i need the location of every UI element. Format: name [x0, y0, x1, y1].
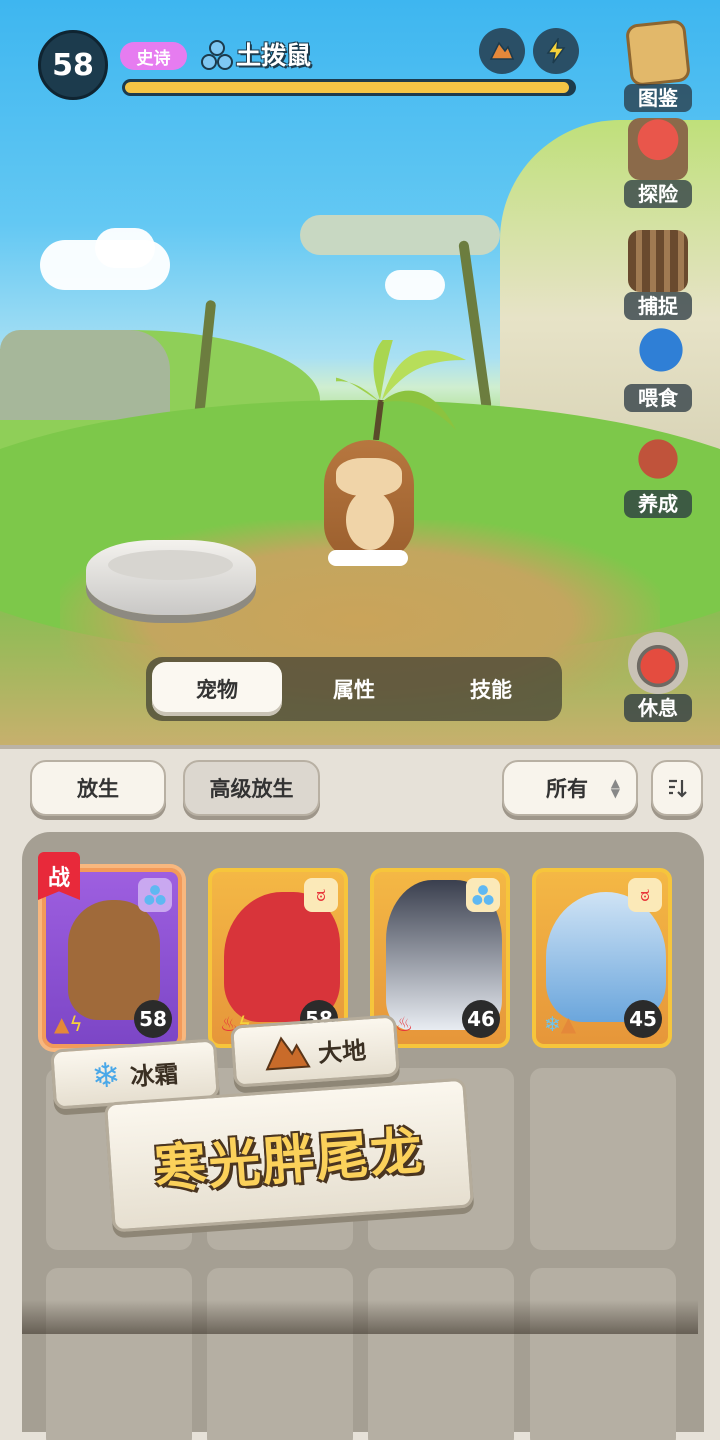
training-label: 养成 [624, 490, 692, 518]
cage-icon [628, 230, 688, 292]
encyclopedia-label: 图鉴 [624, 84, 692, 112]
tab-skills[interactable]: 技能 [426, 662, 556, 716]
empty-slot[interactable] [46, 1268, 192, 1440]
rest-button[interactable]: 休息 [620, 632, 696, 722]
snowflake-icon: ❄ [90, 1055, 122, 1097]
pet-card-ice-bird[interactable]: ಠ ❄▲ 45 [532, 868, 672, 1048]
rarity-badge: 史诗 [120, 42, 187, 70]
filter-value: 所有 [546, 777, 588, 801]
encyclopedia-button[interactable]: 图鉴 [620, 19, 696, 112]
pet-name-plaque: 寒光胖尾龙 [103, 1077, 475, 1233]
empty-slot[interactable] [530, 1068, 676, 1250]
earth-type-button[interactable] [479, 28, 525, 74]
earth-icon [489, 41, 515, 60]
updown-arrow-icon: ▲ ▼ [610, 776, 620, 800]
electric-type-button[interactable] [533, 28, 579, 74]
tab-attributes[interactable]: 属性 [289, 662, 419, 716]
type-tag-earth-label: 大地 [317, 1035, 368, 1068]
type-icons: ▲ϟ [54, 1012, 83, 1036]
encyclopedia-icon [624, 19, 692, 87]
cloud [385, 270, 445, 300]
explore-label: 探险 [624, 180, 692, 208]
lightning-icon [546, 38, 566, 64]
feed-label: 喂食 [624, 384, 692, 412]
sprout-leaves [336, 340, 466, 440]
pet-belly [346, 490, 394, 550]
rock-wall [0, 330, 170, 420]
tab-bar: 宠物 属性 技能 [146, 657, 562, 721]
pet-card-gopher[interactable]: ▲ϟ 58 [42, 868, 182, 1048]
pet-feet [328, 550, 408, 566]
lightning-icon: ϟ [69, 1012, 83, 1036]
rock-arch [300, 215, 500, 255]
rest-label: 休息 [624, 694, 692, 722]
beast-element-icon: ಠ [628, 878, 662, 912]
card-level: 45 [624, 1000, 662, 1038]
xp-fill [125, 82, 569, 93]
filter-dropdown[interactable]: 所有 ▲ ▼ [502, 760, 638, 816]
card-level: 46 [462, 1000, 500, 1038]
earth-icon [265, 1036, 311, 1071]
pet-level: 58 [38, 30, 108, 100]
capture-label: 捕捉 [624, 292, 692, 320]
tab-pet[interactable]: 宠物 [152, 662, 282, 716]
training-button[interactable]: 养成 [620, 428, 696, 518]
empty-slot[interactable] [530, 1268, 676, 1440]
wind-element-icon [466, 878, 500, 912]
capture-button[interactable]: 捕捉 [620, 230, 696, 320]
fire-icon: ♨ [395, 1012, 414, 1036]
feed-button[interactable]: 喂食 [620, 322, 696, 412]
wind-element-icon [138, 878, 172, 912]
empty-slot[interactable] [368, 1268, 514, 1440]
pet-name: 土拨鼠 [236, 41, 312, 70]
type-icons: ❄▲ [544, 1012, 576, 1036]
xp-bar [122, 79, 576, 96]
type-tag-earth: 大地 [230, 1014, 400, 1088]
explore-button[interactable]: 探险 [620, 118, 696, 208]
tooltip-pet-name: 寒光胖尾龙 [152, 1121, 427, 1200]
stone-bowl [86, 540, 256, 615]
snowflake-icon: ❄ [544, 1012, 561, 1036]
cloud [95, 228, 155, 268]
release-button[interactable]: 放生 [30, 760, 166, 816]
sort-button[interactable] [651, 760, 703, 816]
type-tag-ice-label: 冰霜 [129, 1059, 180, 1091]
empty-slot[interactable] [207, 1268, 353, 1440]
rest-icon [628, 632, 688, 694]
earth-icon: ▲ [54, 1012, 70, 1036]
earth-icon: ▲ [560, 1012, 577, 1036]
feed-icon [628, 322, 688, 384]
sort-icon [669, 779, 687, 798]
gopher-pet[interactable] [318, 340, 466, 575]
training-icon [628, 428, 688, 490]
pet-scene [0, 0, 720, 745]
scroll-shadow [22, 1300, 698, 1334]
beast-element-icon: ಠ [304, 878, 338, 912]
advanced-release-button[interactable]: 高级放生 [183, 760, 320, 816]
card-level: 58 [134, 1000, 172, 1038]
wind-element-icon [201, 40, 233, 70]
explore-icon [628, 118, 688, 180]
